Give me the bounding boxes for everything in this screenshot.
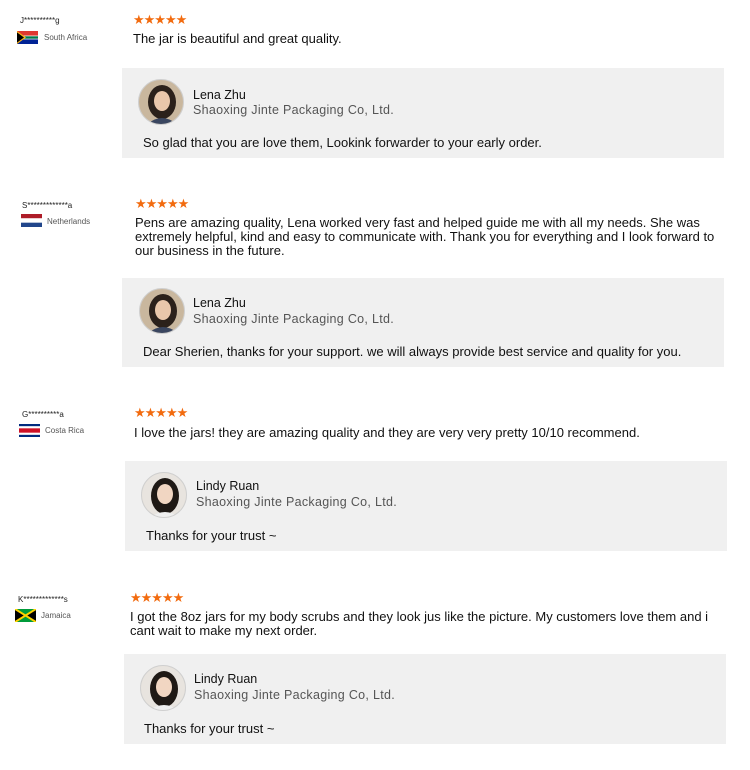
seller-name: Lindy Ruan	[196, 479, 260, 493]
buyer-country: South Africa	[44, 33, 88, 42]
avatar	[141, 472, 187, 518]
rating-stars: ★★★★★	[133, 12, 187, 27]
reply-text: Thanks for your trust ~	[146, 528, 277, 543]
avatar	[140, 665, 186, 711]
south-africa-flag-icon	[17, 31, 38, 44]
seller-name: Lena Zhu	[193, 296, 246, 310]
rating-stars: ★★★★★	[130, 590, 184, 605]
seller-reply: Lindy Ruan Shaoxing Jinte Packaging Co, …	[125, 461, 727, 551]
seller-reply: Lena Zhu Shaoxing Jinte Packaging Co, Lt…	[122, 68, 724, 158]
costa-rica-flag-icon	[19, 424, 40, 437]
review-comment: I got the 8oz jars for my body scrubs an…	[130, 609, 709, 638]
seller-company: Shaoxing Jinte Packaging Co, Ltd.	[194, 688, 395, 702]
avatar	[139, 288, 185, 334]
netherlands-flag-icon	[21, 214, 42, 227]
reply-text: Dear Sherien, thanks for your support. w…	[143, 344, 682, 359]
seller-reply: Lindy Ruan Shaoxing Jinte Packaging Co, …	[124, 654, 726, 744]
seller-company: Shaoxing Jinte Packaging Co, Ltd.	[196, 495, 397, 509]
seller-name: Lindy Ruan	[194, 672, 258, 686]
buyer-name: S*************a	[22, 201, 73, 210]
buyer-country: Costa Rica	[45, 426, 85, 435]
jamaica-flag-icon	[15, 609, 36, 622]
reply-text: So glad that you are love them, Lookink …	[143, 135, 542, 150]
rating-stars: ★★★★★	[134, 405, 188, 420]
buyer-country: Jamaica	[41, 611, 71, 620]
rating-stars: ★★★★★	[135, 196, 189, 211]
review-comment: I love the jars! they are amazing qualit…	[134, 425, 640, 440]
seller-reply: Lena Zhu Shaoxing Jinte Packaging Co, Lt…	[122, 278, 724, 367]
reply-text: Thanks for your trust ~	[144, 721, 275, 736]
avatar	[138, 79, 184, 125]
buyer-name: K*************s	[18, 595, 68, 604]
seller-company: Shaoxing Jinte Packaging Co, Ltd.	[193, 312, 394, 326]
buyer-name: J**********g	[20, 16, 60, 25]
review-comment: The jar is beautiful and great quality.	[133, 31, 342, 46]
buyer-country: Netherlands	[47, 217, 91, 226]
review-comment: Pens are amazing quality, Lena worked ve…	[135, 215, 715, 258]
buyer-name: G**********a	[22, 410, 64, 419]
seller-name: Lena Zhu	[193, 88, 246, 102]
seller-company: Shaoxing Jinte Packaging Co, Ltd.	[193, 103, 394, 117]
